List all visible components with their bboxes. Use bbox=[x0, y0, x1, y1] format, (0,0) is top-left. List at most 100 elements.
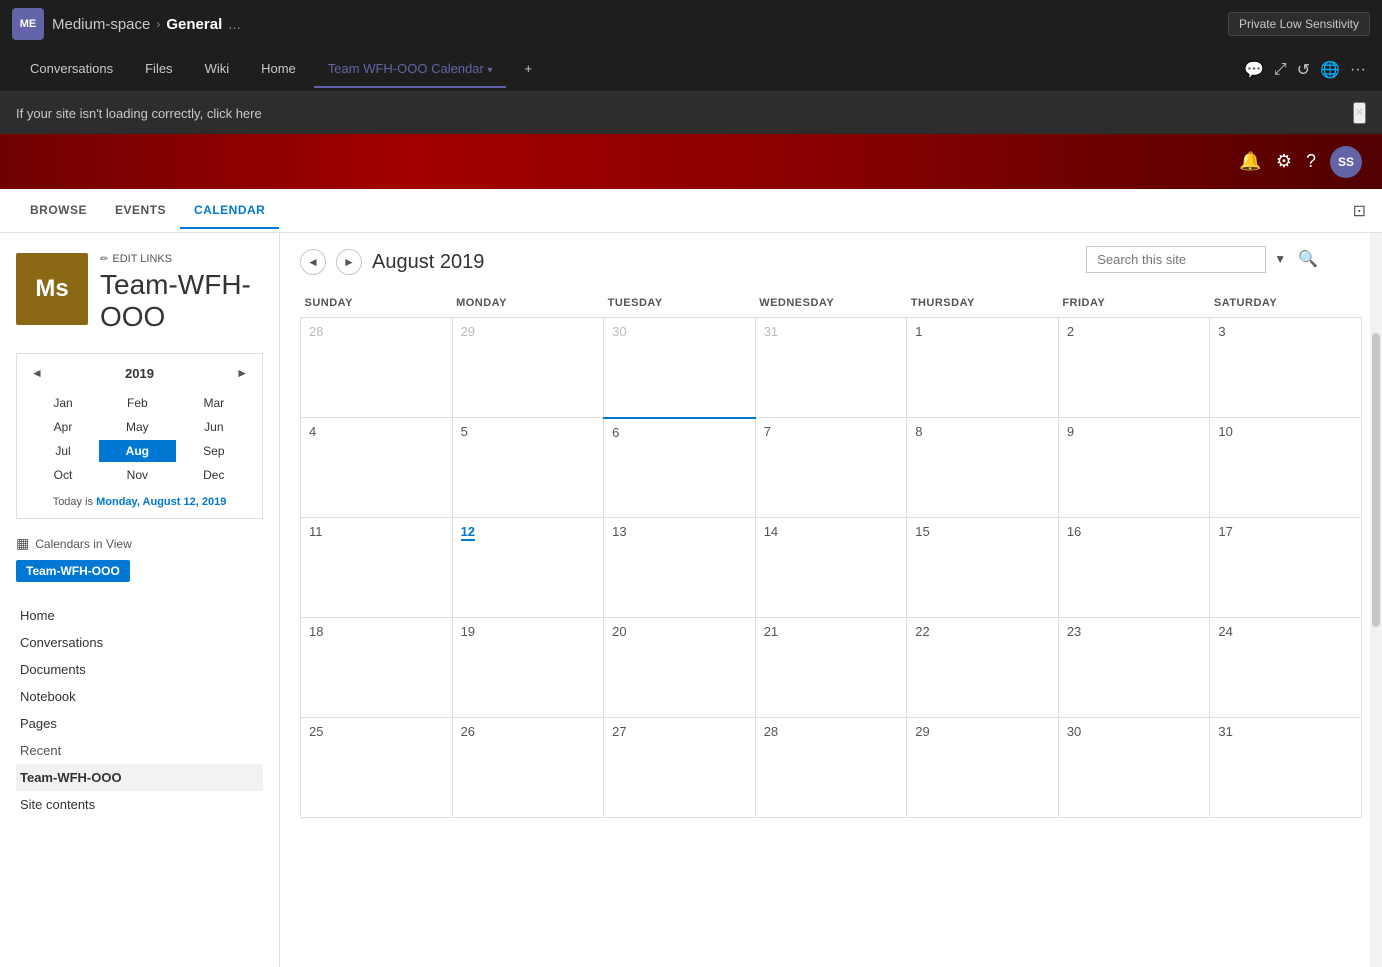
mini-cal-feb[interactable]: Feb bbox=[99, 392, 176, 414]
globe-icon[interactable]: 🌐 bbox=[1320, 60, 1340, 80]
table-row[interactable]: 4 bbox=[301, 418, 453, 518]
search-dropdown-button[interactable]: ▼ bbox=[1270, 248, 1290, 270]
mini-cal-jan[interactable]: Jan bbox=[29, 392, 97, 414]
table-row[interactable]: 1 bbox=[907, 318, 1059, 418]
table-row[interactable]: 30 bbox=[1058, 718, 1210, 818]
table-row[interactable]: 28 bbox=[301, 318, 453, 418]
cal-badge-team[interactable]: Team-WFH-OOO bbox=[16, 560, 130, 582]
site-title: Team-WFH-OOO bbox=[100, 269, 263, 333]
table-row[interactable]: 9 bbox=[1058, 418, 1210, 518]
mini-cal-jun[interactable]: Jun bbox=[178, 416, 250, 438]
help-icon[interactable]: ? bbox=[1306, 151, 1316, 172]
cal-th-wednesday: WEDNESDAY bbox=[755, 289, 907, 318]
table-row[interactable]: 17 bbox=[1210, 518, 1362, 618]
table-row[interactable]: 29 bbox=[452, 318, 604, 418]
mini-calendar: ◄ 2019 ► Jan Feb Mar Apr May Jun bbox=[16, 353, 263, 519]
mini-cal-next-button[interactable]: ► bbox=[232, 364, 252, 382]
table-row[interactable]: 28 bbox=[755, 718, 907, 818]
table-row[interactable]: 25 bbox=[301, 718, 453, 818]
table-row[interactable]: 27 bbox=[604, 718, 756, 818]
mini-cal-sep[interactable]: Sep bbox=[178, 440, 250, 462]
notification-banner: If your site isn't loading correctly, cl… bbox=[0, 92, 1382, 134]
edit-links-button[interactable]: ✏ EDIT LINKS bbox=[100, 253, 263, 265]
sidebar-item-pages[interactable]: Pages bbox=[16, 710, 263, 737]
table-row[interactable]: 29 bbox=[907, 718, 1059, 818]
table-row[interactable]: 11 bbox=[301, 518, 453, 618]
tab-calendar[interactable]: Team WFH-OOO Calendar ▾ bbox=[314, 51, 507, 88]
table-row[interactable]: 6 bbox=[604, 418, 756, 518]
mini-cal-apr[interactable]: Apr bbox=[29, 416, 97, 438]
bell-icon[interactable]: 🔔 bbox=[1239, 151, 1261, 172]
tab-bar-left: Conversations Files Wiki Home Team WFH-O… bbox=[16, 51, 546, 88]
ribbon-tab-browse[interactable]: BROWSE bbox=[16, 193, 101, 229]
sidebar-item-team-wfh[interactable]: Team-WFH-OOO bbox=[16, 764, 263, 791]
tab-home[interactable]: Home bbox=[247, 51, 310, 88]
table-row[interactable]: 31 bbox=[1210, 718, 1362, 818]
table-row[interactable]: 10 bbox=[1210, 418, 1362, 518]
header-image: 🔔 ⚙ ? SS bbox=[0, 134, 1382, 189]
tab-files[interactable]: Files bbox=[131, 51, 186, 88]
refresh-icon[interactable]: ↺ bbox=[1297, 60, 1310, 80]
mini-cal-aug[interactable]: Aug bbox=[99, 440, 176, 462]
content-wrapper: Ms ✏ EDIT LINKS Team-WFH-OOO ◄ 2019 ► Ja… bbox=[0, 233, 1382, 967]
user-avatar[interactable]: ME bbox=[12, 8, 44, 40]
table-row[interactable]: 12 bbox=[452, 518, 604, 618]
scrollbar[interactable] bbox=[1370, 233, 1382, 967]
notification-close-button[interactable]: × bbox=[1353, 102, 1366, 124]
table-row[interactable]: 24 bbox=[1210, 618, 1362, 718]
cal-week-3: 11 12 13 14 15 16 17 bbox=[301, 518, 1362, 618]
more-icon[interactable]: ··· bbox=[1350, 61, 1366, 79]
mini-cal-prev-button[interactable]: ◄ bbox=[27, 364, 47, 382]
ribbon-tab-events[interactable]: EVENTS bbox=[101, 193, 180, 229]
table-row[interactable]: 16 bbox=[1058, 518, 1210, 618]
table-row[interactable]: 30 bbox=[604, 318, 756, 418]
cal-next-button[interactable]: ► bbox=[336, 249, 362, 275]
search-button[interactable]: 🔍 bbox=[1294, 245, 1322, 273]
table-row[interactable]: 31 bbox=[755, 318, 907, 418]
table-row[interactable]: 13 bbox=[604, 518, 756, 618]
chat-icon[interactable]: 💬 bbox=[1244, 60, 1264, 80]
table-row[interactable]: 22 bbox=[907, 618, 1059, 718]
user-header-avatar[interactable]: SS bbox=[1330, 146, 1362, 178]
table-row[interactable]: 26 bbox=[452, 718, 604, 818]
table-row[interactable]: 23 bbox=[1058, 618, 1210, 718]
mini-cal-dec[interactable]: Dec bbox=[178, 464, 250, 486]
left-panel: Ms ✏ EDIT LINKS Team-WFH-OOO ◄ 2019 ► Ja… bbox=[0, 233, 280, 967]
tab-wiki[interactable]: Wiki bbox=[191, 51, 244, 88]
table-row[interactable]: 2 bbox=[1058, 318, 1210, 418]
table-row[interactable]: 19 bbox=[452, 618, 604, 718]
mini-cal-jul[interactable]: Jul bbox=[29, 440, 97, 462]
cal-prev-button[interactable]: ◄ bbox=[300, 249, 326, 275]
today-link[interactable]: Monday, August 12, 2019 bbox=[96, 496, 226, 508]
ribbon-expand-icon[interactable]: ⊡ bbox=[1353, 201, 1366, 221]
table-row[interactable]: 15 bbox=[907, 518, 1059, 618]
expand-icon[interactable]: ⤢ bbox=[1274, 61, 1287, 79]
table-row[interactable]: 18 bbox=[301, 618, 453, 718]
channel-ellipsis[interactable]: ... bbox=[228, 16, 241, 33]
scrollbar-thumb[interactable] bbox=[1372, 333, 1380, 627]
table-row[interactable]: 7 bbox=[755, 418, 907, 518]
today-text: Today is Monday, August 12, 2019 bbox=[27, 496, 252, 508]
mini-cal-mar[interactable]: Mar bbox=[178, 392, 250, 414]
sidebar-item-home[interactable]: Home bbox=[16, 602, 263, 629]
mini-cal-oct[interactable]: Oct bbox=[29, 464, 97, 486]
table-row[interactable]: 3 bbox=[1210, 318, 1362, 418]
cal-month-title: August 2019 bbox=[372, 251, 484, 274]
table-row[interactable]: 14 bbox=[755, 518, 907, 618]
sidebar-item-notebook[interactable]: Notebook bbox=[16, 683, 263, 710]
settings-icon[interactable]: ⚙ bbox=[1276, 151, 1292, 172]
table-row[interactable]: 21 bbox=[755, 618, 907, 718]
sidebar-item-conversations[interactable]: Conversations bbox=[16, 629, 263, 656]
table-row[interactable]: 8 bbox=[907, 418, 1059, 518]
tab-conversations[interactable]: Conversations bbox=[16, 51, 127, 88]
table-row[interactable]: 5 bbox=[452, 418, 604, 518]
sidebar-item-site-contents[interactable]: Site contents bbox=[16, 791, 263, 818]
pencil-icon: ✏ bbox=[100, 254, 108, 265]
ribbon-tab-calendar[interactable]: CALENDAR bbox=[180, 193, 279, 229]
sidebar-item-documents[interactable]: Documents bbox=[16, 656, 263, 683]
mini-cal-nov[interactable]: Nov bbox=[99, 464, 176, 486]
mini-cal-may[interactable]: May bbox=[99, 416, 176, 438]
table-row[interactable]: 20 bbox=[604, 618, 756, 718]
search-input[interactable] bbox=[1086, 246, 1266, 273]
tab-add[interactable]: + bbox=[510, 51, 546, 88]
